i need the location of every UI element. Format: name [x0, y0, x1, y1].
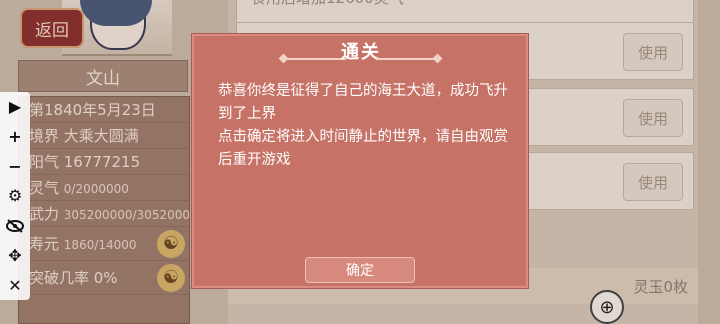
dialog-header: 通关 [192, 38, 530, 68]
game-scene: 食用后增加12600灵气 使用 使用 使用 灵玉0枚 ⊕ 返回 文山 第1840… [0, 0, 720, 324]
completion-dialog: 通关 恭喜你终是征得了自己的海王大道，成功飞升到了上界 点击确定将进入时间静止的… [191, 33, 529, 289]
confirm-button[interactable]: 确定 [305, 257, 415, 283]
dialog-message: 恭喜你终是征得了自己的海王大道，成功飞升到了上界 点击确定将进入时间静止的世界，… [218, 80, 508, 172]
move-icon[interactable]: ✥ [4, 244, 26, 266]
play-icon[interactable]: ▶ [4, 96, 26, 118]
dialog-line-1: 恭喜你终是征得了自己的海王大道，成功飞升到了上界 [218, 83, 508, 122]
eye-off-icon[interactable] [4, 215, 26, 237]
close-icon[interactable]: ✕ [4, 274, 26, 296]
minus-icon[interactable]: − [4, 155, 26, 177]
dialog-line-2: 点击确定将进入时间静止的世界，请自由观赏后重开游戏 [218, 129, 508, 168]
gear-icon[interactable]: ⚙ [4, 185, 26, 207]
plus-icon[interactable]: + [4, 126, 26, 148]
title-ornament [376, 58, 436, 60]
dialog-title: 通关 [341, 42, 381, 63]
floating-toolbar: ▶ + − ⚙ ✥ ✕ [0, 92, 30, 300]
